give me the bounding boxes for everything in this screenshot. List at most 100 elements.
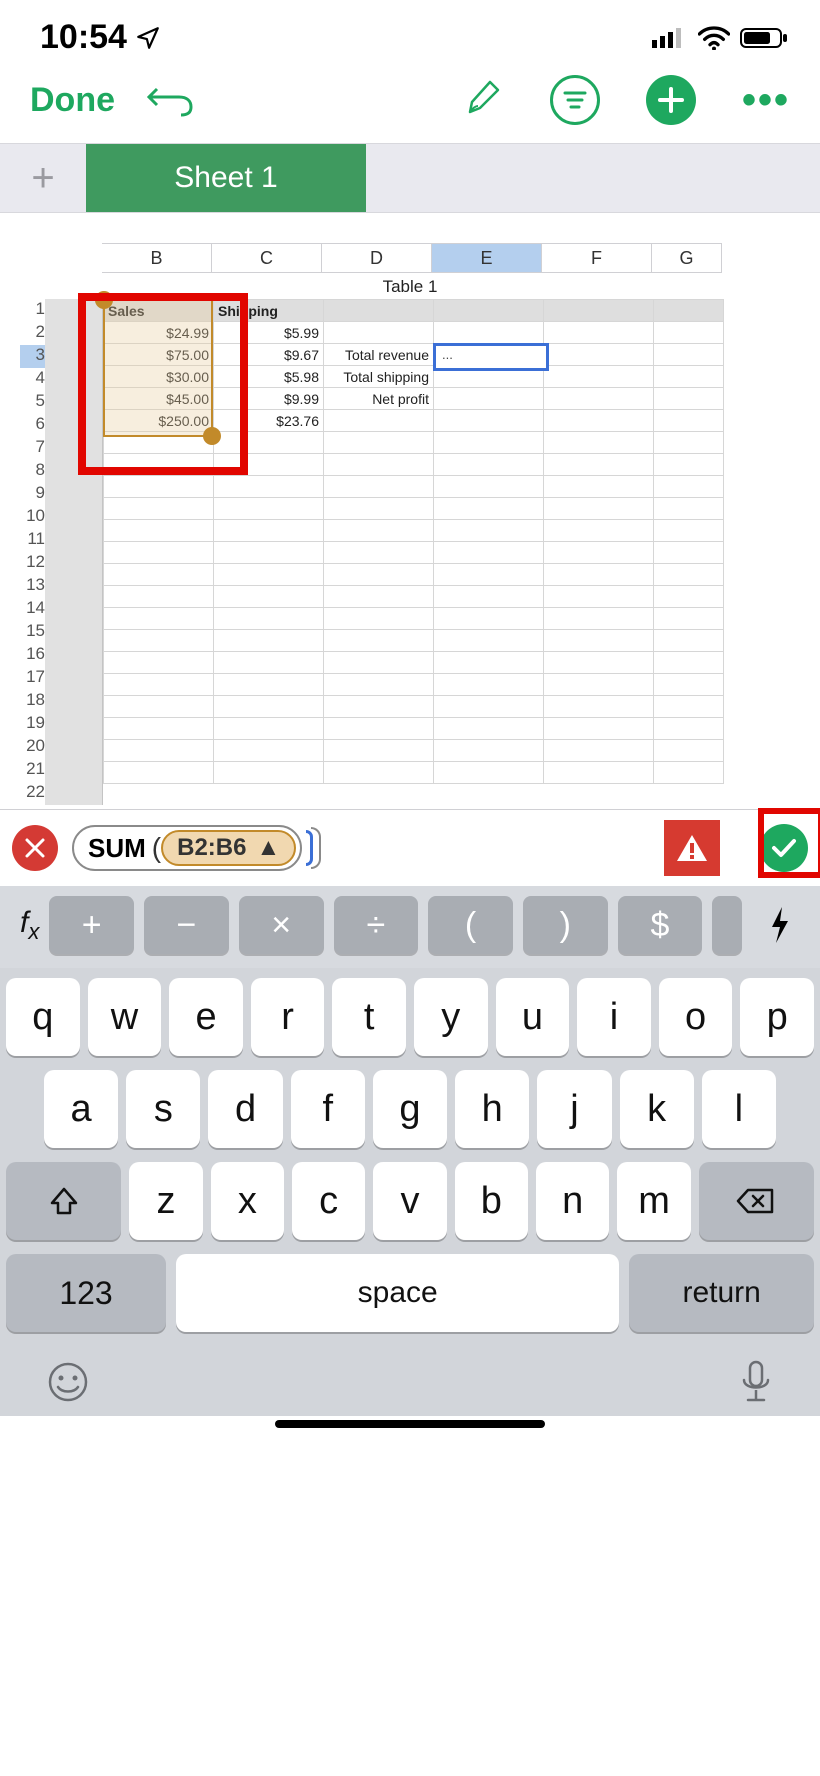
add-sheet-button[interactable]: + xyxy=(0,144,86,212)
cell[interactable] xyxy=(544,520,654,542)
cell-header[interactable]: Sales xyxy=(104,300,214,322)
cell[interactable] xyxy=(654,674,724,696)
cell[interactable] xyxy=(324,586,434,608)
op-divide[interactable]: ÷ xyxy=(334,896,419,954)
cell[interactable] xyxy=(324,432,434,454)
cell[interactable]: $9.99 xyxy=(214,388,324,410)
dictation-button[interactable] xyxy=(738,1358,774,1406)
key-e[interactable]: e xyxy=(169,978,243,1056)
cell[interactable] xyxy=(434,762,544,784)
cell[interactable] xyxy=(544,432,654,454)
cell[interactable] xyxy=(104,608,214,630)
cell[interactable] xyxy=(104,542,214,564)
key-i[interactable]: i xyxy=(577,978,651,1056)
cell[interactable] xyxy=(214,740,324,762)
row-header[interactable]: 16 xyxy=(20,644,45,667)
key-t[interactable]: t xyxy=(332,978,406,1056)
backspace-key[interactable] xyxy=(699,1162,814,1240)
cell[interactable] xyxy=(324,410,434,432)
cell[interactable] xyxy=(324,696,434,718)
cell[interactable] xyxy=(104,476,214,498)
cell[interactable] xyxy=(214,520,324,542)
numeric-key[interactable]: 123 xyxy=(6,1254,166,1332)
key-j[interactable]: j xyxy=(537,1070,611,1148)
cell[interactable] xyxy=(544,388,654,410)
emoji-button[interactable] xyxy=(46,1360,90,1404)
key-d[interactable]: d xyxy=(208,1070,282,1148)
formula-editor[interactable]: SUM ( B2:B6 ▲ xyxy=(72,825,321,871)
cell[interactable]: Total shipping xyxy=(324,366,434,388)
cell[interactable]: $45.00 xyxy=(104,388,214,410)
cell[interactable] xyxy=(324,542,434,564)
cell[interactable] xyxy=(654,586,724,608)
cell[interactable] xyxy=(544,476,654,498)
key-x[interactable]: x xyxy=(211,1162,284,1240)
cell[interactable] xyxy=(324,652,434,674)
cell[interactable] xyxy=(654,542,724,564)
cell[interactable] xyxy=(434,498,544,520)
cell[interactable] xyxy=(324,476,434,498)
cell[interactable] xyxy=(544,542,654,564)
cell[interactable] xyxy=(104,674,214,696)
key-o[interactable]: o xyxy=(659,978,733,1056)
cell[interactable] xyxy=(544,608,654,630)
cell[interactable] xyxy=(104,696,214,718)
cell[interactable] xyxy=(434,476,544,498)
cell[interactable] xyxy=(434,388,544,410)
key-w[interactable]: w xyxy=(88,978,162,1056)
key-r[interactable]: r xyxy=(251,978,325,1056)
key-n[interactable]: n xyxy=(536,1162,609,1240)
accept-formula-button[interactable] xyxy=(760,824,808,872)
cell[interactable] xyxy=(654,740,724,762)
row-header[interactable]: 14 xyxy=(20,598,45,621)
cell[interactable] xyxy=(104,762,214,784)
cell[interactable] xyxy=(544,564,654,586)
cell[interactable] xyxy=(324,740,434,762)
key-f[interactable]: f xyxy=(291,1070,365,1148)
cell[interactable] xyxy=(654,762,724,784)
key-k[interactable]: k xyxy=(620,1070,694,1148)
cell[interactable] xyxy=(544,498,654,520)
undo-button[interactable] xyxy=(145,79,195,122)
sheet-tab-active[interactable]: Sheet 1 xyxy=(86,144,366,212)
cell[interactable]: $30.00 xyxy=(104,366,214,388)
key-s[interactable]: s xyxy=(126,1070,200,1148)
row-header[interactable]: 18 xyxy=(20,690,45,713)
cell[interactable] xyxy=(654,476,724,498)
cell[interactable] xyxy=(544,762,654,784)
row-header[interactable]: 8 xyxy=(20,460,45,483)
cell[interactable]: Total revenue xyxy=(324,344,434,366)
cell[interactable] xyxy=(214,630,324,652)
cell[interactable] xyxy=(104,498,214,520)
row-header[interactable]: 20 xyxy=(20,736,45,759)
cell[interactable] xyxy=(214,652,324,674)
active-cell[interactable]: ... xyxy=(433,343,549,371)
space-key[interactable]: space xyxy=(176,1254,619,1332)
cell[interactable] xyxy=(324,322,434,344)
cell[interactable] xyxy=(214,718,324,740)
cell[interactable] xyxy=(104,432,214,454)
op-plus[interactable]: + xyxy=(49,896,134,954)
key-p[interactable]: p xyxy=(740,978,814,1056)
cell[interactable]: $9.67 xyxy=(214,344,324,366)
key-v[interactable]: v xyxy=(373,1162,446,1240)
cell[interactable] xyxy=(214,498,324,520)
cell[interactable] xyxy=(104,454,214,476)
op-lparen[interactable]: ( xyxy=(428,896,513,954)
cell[interactable] xyxy=(654,454,724,476)
cell[interactable] xyxy=(434,542,544,564)
cell[interactable] xyxy=(654,322,724,344)
cancel-formula-button[interactable] xyxy=(12,825,58,871)
cell[interactable]: $23.76 xyxy=(214,410,324,432)
key-g[interactable]: g xyxy=(373,1070,447,1148)
format-brush-button[interactable] xyxy=(460,76,504,125)
cell[interactable]: $250.00 xyxy=(104,410,214,432)
cell[interactable] xyxy=(654,366,724,388)
row-header[interactable]: 3 xyxy=(20,345,45,368)
cell[interactable] xyxy=(104,586,214,608)
more-button[interactable]: ••• xyxy=(742,78,790,123)
key-a[interactable]: a xyxy=(44,1070,118,1148)
shift-key[interactable] xyxy=(6,1162,121,1240)
op-dollar[interactable]: $ xyxy=(618,896,703,954)
row-header[interactable]: 5 xyxy=(20,391,45,414)
